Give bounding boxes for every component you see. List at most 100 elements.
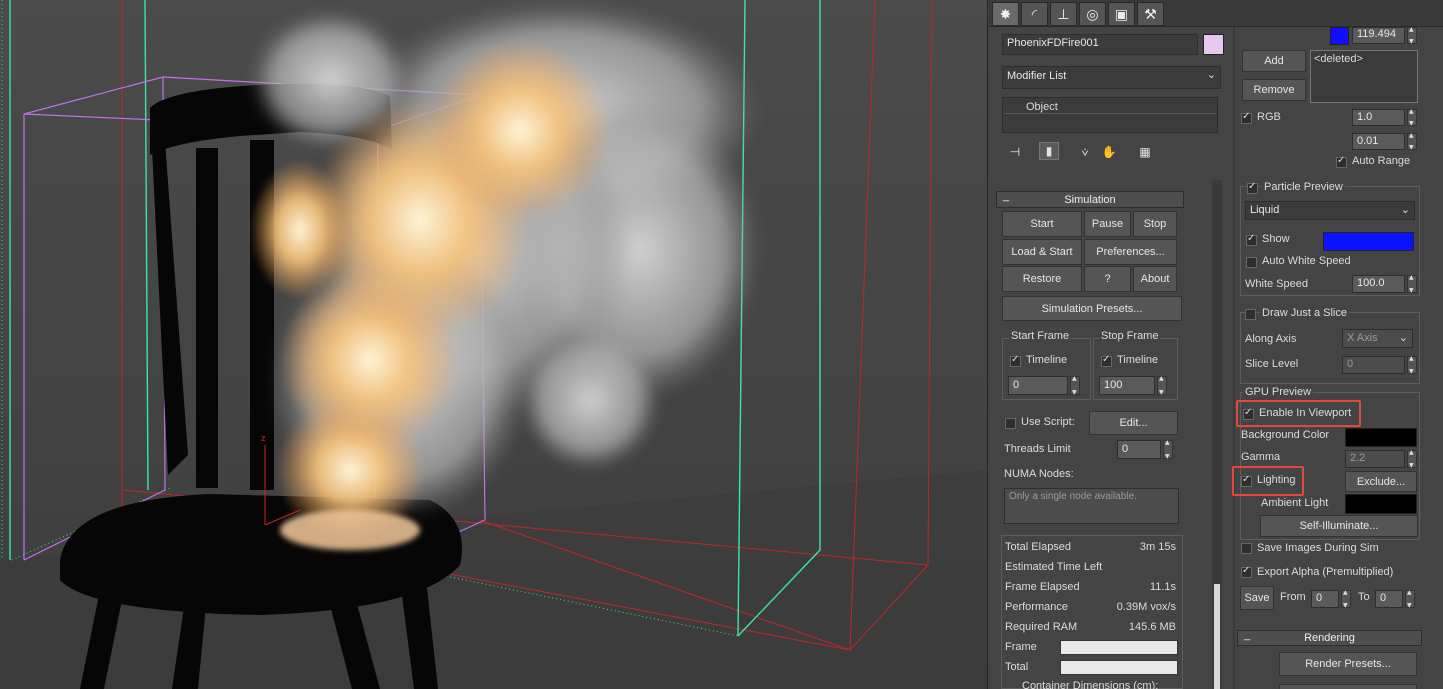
make-unique-icon[interactable]: ⩒ (1075, 143, 1095, 161)
left-panel-scroll-thumb[interactable] (1214, 584, 1220, 689)
modify-tab[interactable]: ◜ (1021, 2, 1048, 26)
top-value-spinner[interactable] (1407, 26, 1417, 45)
export-alpha-checkbox[interactable] (1241, 565, 1252, 578)
help-button[interactable]: ? (1084, 266, 1131, 292)
about-button[interactable]: About (1133, 266, 1177, 292)
viewport-perspective[interactable]: z (0, 0, 988, 689)
pin-stack-icon[interactable]: ⊣ (1005, 143, 1025, 161)
use-script-checkbox[interactable] (1005, 418, 1016, 429)
stat-value: 0.39M vox/s (1116, 601, 1176, 613)
threads-limit-spinner[interactable] (1163, 439, 1173, 460)
simulation-rollout-header[interactable]: _ Simulation (996, 190, 1184, 208)
slice-level-input[interactable]: 0 (1342, 356, 1405, 374)
start-timeline-label: Timeline (1026, 354, 1068, 366)
top-color-swatch[interactable] (1330, 27, 1349, 45)
threads-limit-input[interactable]: 0 (1117, 440, 1161, 459)
right-column-divider (1233, 27, 1235, 689)
stat-label: Estimated Time Left (1005, 561, 1103, 573)
list-item[interactable]: <deleted> (1314, 53, 1363, 65)
to-spinner[interactable] (1405, 589, 1415, 609)
from-spinner[interactable] (1341, 589, 1351, 609)
stop-frame-input[interactable]: 100 (1099, 376, 1155, 395)
rgb-value2-spinner[interactable] (1407, 132, 1417, 151)
chevron-down-icon: ⌄ (1400, 203, 1410, 216)
numa-nodes-list[interactable]: Only a single node available. (1004, 488, 1179, 524)
motion-icon: ◎ (1086, 5, 1099, 22)
save-images-checkbox[interactable] (1241, 543, 1252, 554)
simulation-presets-button[interactable]: Simulation Presets... (1002, 296, 1182, 321)
stop-frame-label: Stop Frame (1099, 330, 1161, 342)
modifier-list-dropdown[interactable]: Modifier List ⌄ (1002, 66, 1221, 89)
save-button[interactable]: Save (1240, 586, 1274, 610)
draw-slice-checkbox[interactable] (1245, 309, 1256, 320)
exclude-button[interactable]: Exclude... (1345, 471, 1417, 492)
start-button[interactable]: Start (1002, 211, 1082, 237)
along-axis-label: Along Axis (1245, 333, 1297, 345)
display-tab[interactable]: ▣ (1108, 2, 1135, 26)
object-name-input[interactable]: PhoenixFDFire001 (1002, 34, 1198, 55)
stat-value: 145.6 MB (1128, 621, 1176, 633)
along-axis-dropdown[interactable]: X Axis ⌄ (1342, 329, 1413, 348)
simulation-rollout-title: Simulation (1064, 193, 1116, 206)
stack-item-object[interactable]: Object (1004, 99, 1216, 114)
source-listbox[interactable]: <deleted> (1310, 50, 1418, 103)
rgb-value1-input[interactable]: 1.0 (1352, 109, 1405, 126)
modifier-stack[interactable]: Object (1002, 97, 1218, 133)
self-illuminate-button[interactable]: Self-Illuminate... (1260, 515, 1418, 537)
slice-level-spinner[interactable] (1407, 355, 1417, 375)
white-speed-spinner[interactable] (1407, 274, 1417, 294)
add-button[interactable]: Add (1242, 50, 1306, 72)
motion-tab[interactable]: ◎ (1079, 2, 1106, 26)
chevron-down-icon: ⌄ (1206, 68, 1216, 81)
hierarchy-tab[interactable]: ⊥ (1050, 2, 1077, 26)
auto-white-speed-label: Auto White Speed (1262, 255, 1351, 267)
rgb-value2-input[interactable]: 0.01 (1352, 133, 1405, 150)
from-input[interactable]: 0 (1311, 590, 1339, 608)
pause-button[interactable]: Pause (1084, 211, 1131, 237)
edit-script-button[interactable]: Edit... (1089, 411, 1178, 435)
start-timeline-checkbox[interactable] (1010, 354, 1021, 367)
auto-white-speed-checkbox[interactable] (1246, 257, 1257, 268)
ambient-light-swatch[interactable] (1345, 494, 1417, 514)
white-speed-input[interactable]: 100.0 (1352, 275, 1405, 293)
create-tab[interactable]: ✸ (992, 2, 1019, 26)
lighting-checkbox[interactable] (1241, 474, 1252, 487)
lighting-label: Lighting (1257, 474, 1296, 486)
command-panel: ✸ ◜ ⊥ ◎ ▣ ⚒ PhoenixFDFire001 Modifier Li… (989, 0, 1443, 689)
rgb-value1-spinner[interactable] (1407, 108, 1417, 127)
configure-sets-icon[interactable]: ▦ (1135, 143, 1155, 161)
gamma-input[interactable]: 2.2 (1345, 450, 1405, 468)
load-start-button[interactable]: Load & Start (1002, 239, 1082, 265)
start-frame-spinner[interactable] (1070, 375, 1080, 396)
from-label: From (1280, 591, 1306, 603)
stop-button[interactable]: Stop (1133, 211, 1177, 237)
chevron-down-icon: ⌄ (1398, 331, 1408, 344)
rendering-rollout-header[interactable]: _ Rendering (1237, 629, 1422, 646)
particle-type-dropdown[interactable]: Liquid ⌄ (1245, 201, 1415, 220)
remove-button[interactable]: Remove (1242, 79, 1306, 101)
object-color-swatch[interactable] (1203, 34, 1224, 55)
auto-range-label: Auto Range (1352, 155, 1411, 167)
particle-color-swatch[interactable] (1323, 232, 1414, 251)
remove-modifier-icon[interactable]: ✋ (1099, 143, 1119, 161)
particle-preview-checkbox[interactable] (1247, 181, 1258, 194)
gamma-spinner[interactable] (1407, 449, 1417, 469)
top-value-input[interactable]: 119.494 (1352, 27, 1405, 44)
start-frame-input[interactable]: 0 (1008, 376, 1068, 395)
draw-slice-label: Draw Just a Slice (1260, 307, 1349, 319)
rgb-checkbox[interactable] (1241, 111, 1252, 124)
background-color-swatch[interactable] (1345, 428, 1417, 447)
save-images-label: Save Images During Sim (1257, 542, 1379, 554)
export-alpha-label: Export Alpha (Premultiplied) (1257, 566, 1394, 578)
show-checkbox[interactable] (1246, 233, 1257, 246)
stop-timeline-checkbox[interactable] (1101, 354, 1112, 367)
stop-frame-spinner[interactable] (1157, 375, 1167, 396)
restore-button[interactable]: Restore (1002, 266, 1082, 292)
render-presets-button[interactable]: Render Presets... (1279, 652, 1417, 676)
show-end-result-icon[interactable]: ▮ (1039, 142, 1059, 160)
to-input[interactable]: 0 (1375, 590, 1403, 608)
enable-in-viewport-checkbox[interactable] (1243, 407, 1254, 420)
auto-range-checkbox[interactable] (1336, 155, 1347, 168)
utilities-tab[interactable]: ⚒ (1137, 2, 1164, 26)
preferences-button[interactable]: Preferences... (1084, 239, 1177, 265)
